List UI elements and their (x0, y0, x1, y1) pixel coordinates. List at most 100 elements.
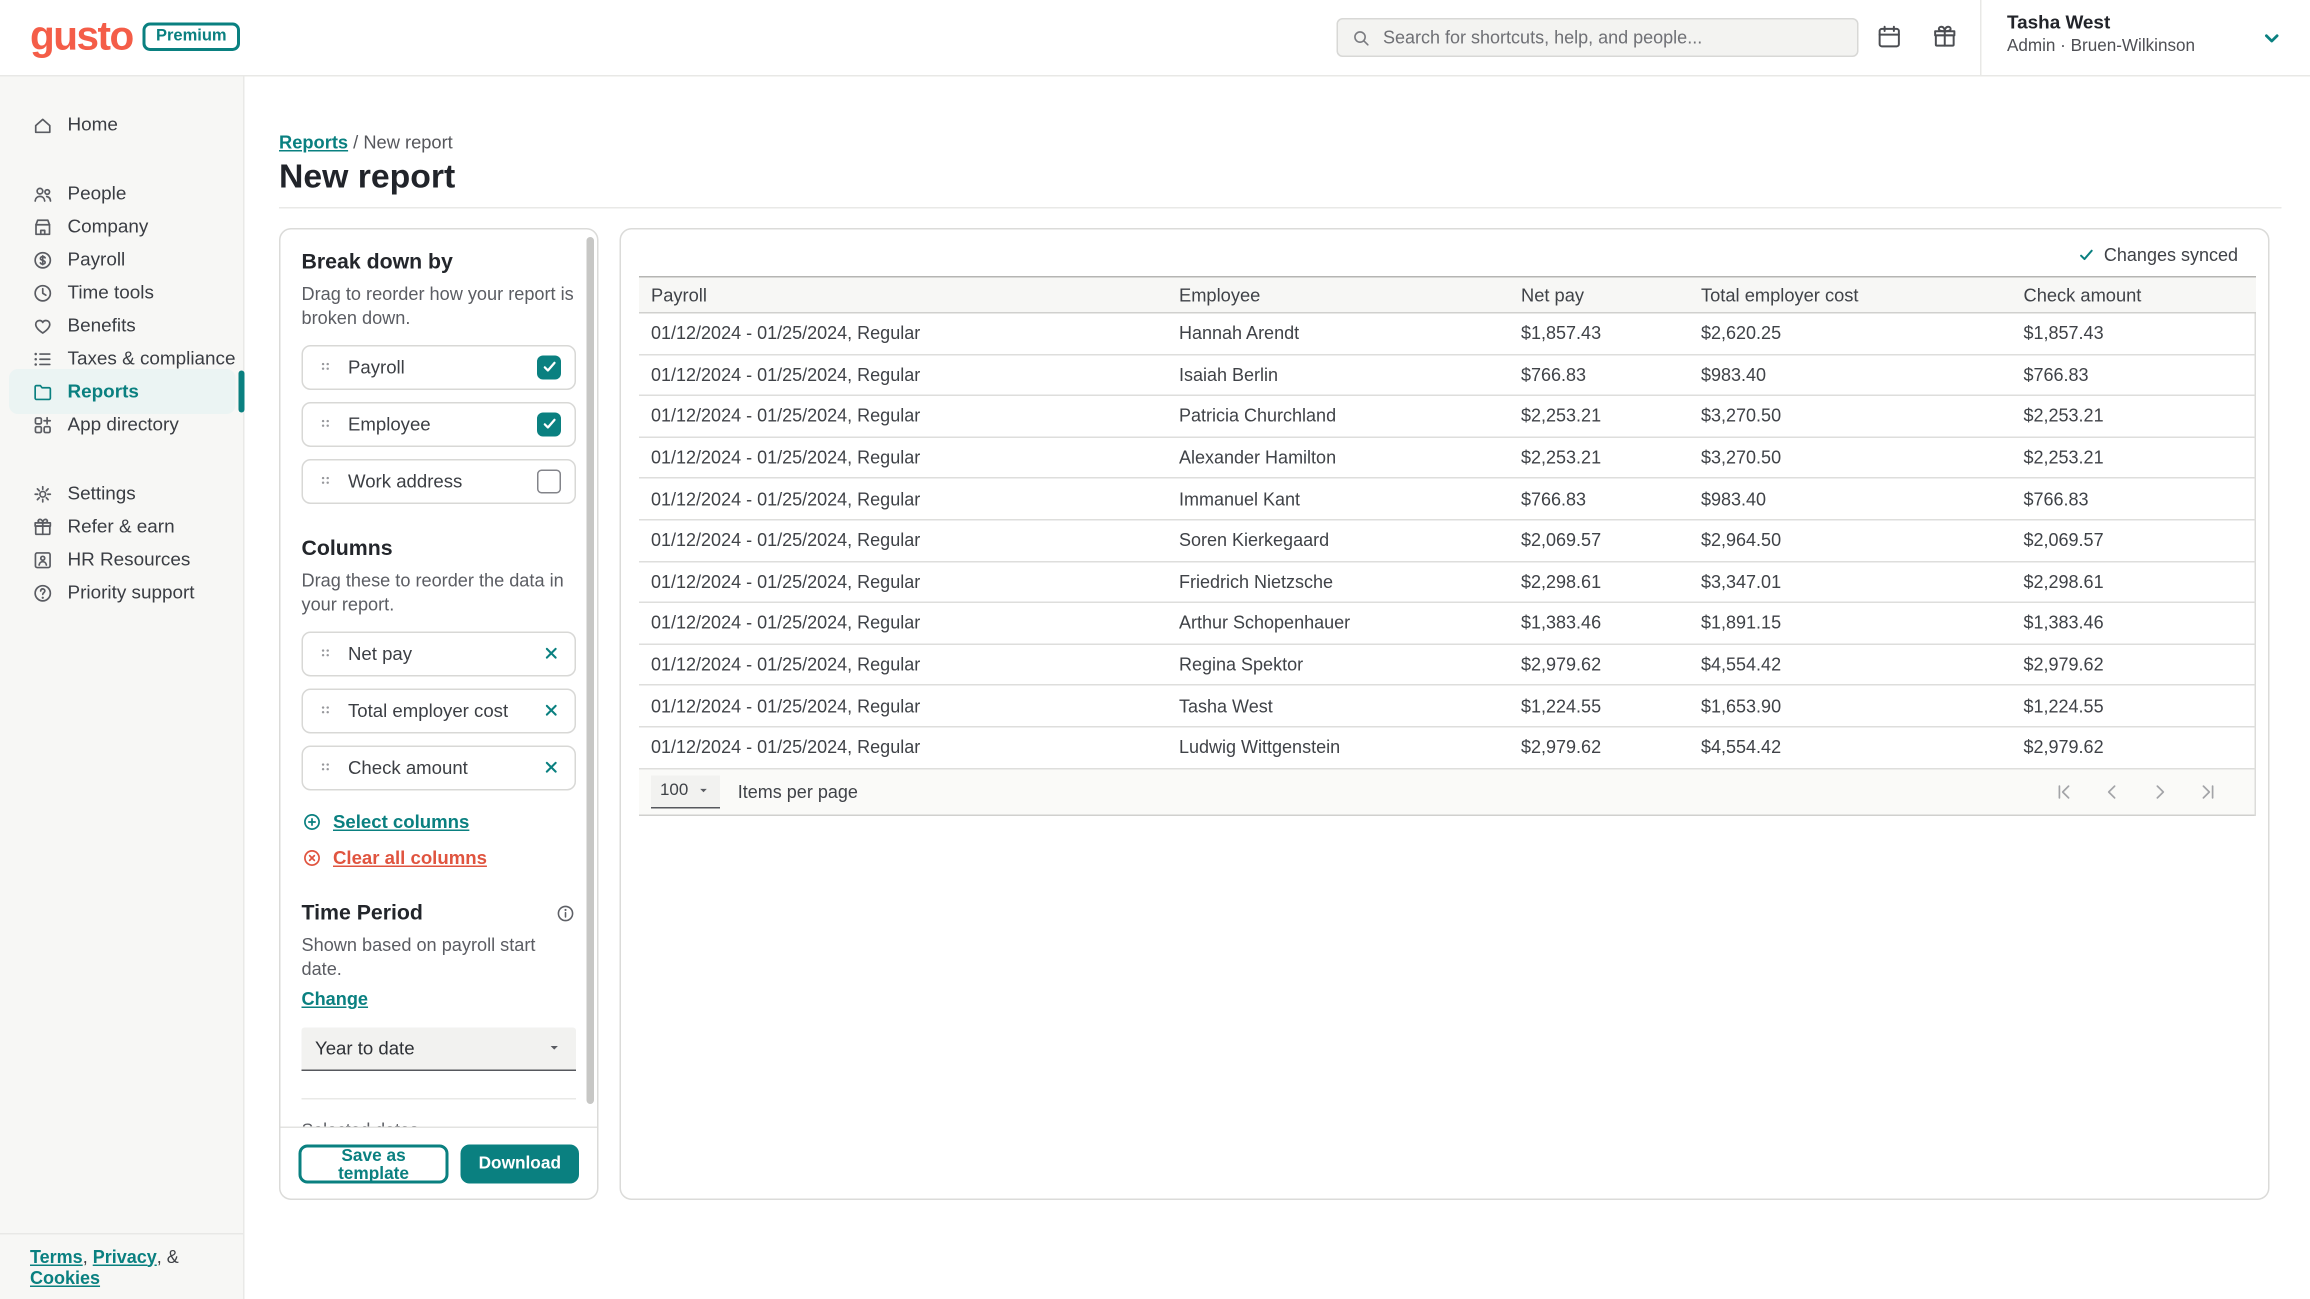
account-menu[interactable]: Tasha West Admin · Bruen-Wilkinson (2007, 12, 2310, 75)
table-cell: $2,979.62 (1509, 727, 1689, 768)
sidebar-item-hr-resources[interactable]: HR Resources (0, 543, 243, 576)
drag-handle-icon[interactable] (317, 358, 337, 378)
search-icon (1352, 28, 1372, 48)
drag-handle-icon[interactable] (317, 415, 337, 435)
items-per-page-select[interactable]: 100 (651, 775, 720, 808)
legal-footer: Terms, Privacy, & Cookies (0, 1233, 243, 1299)
remove-column-icon[interactable] (542, 644, 562, 664)
calendar-button[interactable] (1875, 23, 1904, 56)
breakdown-card-payroll[interactable]: Payroll (302, 345, 577, 390)
card-label: Check amount (348, 757, 530, 778)
table-cell: $983.40 (1689, 478, 2012, 519)
sidebar-item-reports[interactable]: Reports (0, 375, 243, 408)
drag-handle-icon[interactable] (317, 644, 337, 664)
table-row: 01/12/2024 - 01/25/2024, RegularArthur S… (639, 602, 2256, 643)
column-card-net-pay[interactable]: Net pay (302, 631, 577, 676)
info-icon[interactable] (555, 903, 576, 924)
clear-all-columns-link[interactable]: Clear all columns (302, 847, 577, 868)
sidebar-item-label: Company (68, 216, 149, 237)
select-columns-label: Select columns (333, 811, 469, 832)
gusto-logo[interactable]: gusto (30, 14, 133, 61)
table-row: 01/12/2024 - 01/25/2024, RegularPatricia… (639, 396, 2256, 437)
table-cell: Tasha West (1167, 685, 1509, 726)
time-period-select[interactable]: Year to date (302, 1027, 577, 1071)
prev-page-icon[interactable] (2102, 781, 2123, 802)
sidebar-item-label: Payroll (68, 249, 126, 270)
drag-handle-icon[interactable] (317, 758, 337, 778)
table-cell: $2,253.21 (2012, 437, 2257, 478)
checkbox-work-address[interactable] (537, 469, 561, 493)
taxes-icon (32, 347, 55, 370)
card-label: Payroll (348, 357, 525, 378)
time-icon (32, 281, 55, 304)
sidebar-item-refer-earn[interactable]: Refer & earn (0, 510, 243, 543)
save-as-template-button[interactable]: Save as template (299, 1144, 449, 1183)
table-cell: Patricia Churchland (1167, 396, 1509, 437)
breakdown-card-employee[interactable]: Employee (302, 402, 577, 447)
sidebar-item-people[interactable]: People (0, 177, 243, 210)
sidebar-item-payroll[interactable]: Payroll (0, 243, 243, 276)
table-cell: $2,979.62 (1509, 644, 1689, 685)
column-card-total-employer-cost[interactable]: Total employer cost (302, 688, 577, 733)
sync-status-label: Changes synced (2104, 245, 2238, 266)
report-table-body: 01/12/2024 - 01/25/2024, RegularHannah A… (639, 313, 2256, 768)
first-page-icon[interactable] (2054, 781, 2075, 802)
table-cell: $983.40 (1689, 354, 2012, 395)
benefits-icon (32, 314, 55, 337)
table-cell: Hannah Arendt (1167, 313, 1509, 354)
table-row: 01/12/2024 - 01/25/2024, RegularAlexande… (639, 437, 2256, 478)
table-cell: 01/12/2024 - 01/25/2024, Regular (639, 520, 1167, 561)
pagination-controls (2054, 781, 2219, 802)
column-card-check-amount[interactable]: Check amount (302, 745, 577, 790)
table-row: 01/12/2024 - 01/25/2024, RegularIsaiah B… (639, 354, 2256, 395)
panel-scrollbar[interactable] (587, 237, 595, 1104)
sidebar-item-app-directory[interactable]: App directory (0, 408, 243, 441)
legal-link-terms[interactable]: Terms (30, 1246, 83, 1267)
table-cell: $2,069.57 (1509, 520, 1689, 561)
hr-icon (32, 548, 55, 571)
table-cell: $2,979.62 (2012, 644, 2257, 685)
remove-column-icon[interactable] (542, 701, 562, 721)
breadcrumb-link-reports[interactable]: Reports (279, 132, 348, 153)
header-divider (1980, 0, 1982, 75)
breakdown-card-work-address[interactable]: Work address (302, 459, 577, 504)
column-header-employee: Employee (1167, 277, 1509, 313)
table-cell: 01/12/2024 - 01/25/2024, Regular (639, 727, 1167, 768)
table-cell: $2,964.50 (1689, 520, 2012, 561)
table-cell: Immanuel Kant (1167, 478, 1509, 519)
legal-link-cookies[interactable]: Cookies (30, 1267, 100, 1288)
sidebar-item-home[interactable]: Home (0, 108, 243, 141)
table-cell: $2,253.21 (1509, 437, 1689, 478)
next-page-icon[interactable] (2150, 781, 2171, 802)
sync-status: Changes synced (2077, 245, 2238, 266)
table-cell: $2,253.21 (1509, 396, 1689, 437)
drag-handle-icon[interactable] (317, 472, 337, 492)
table-row: 01/12/2024 - 01/25/2024, RegularTasha We… (639, 685, 2256, 726)
checkbox-employee[interactable] (537, 412, 561, 436)
search-input[interactable] (1380, 26, 1844, 50)
sidebar-item-company[interactable]: Company (0, 210, 243, 243)
table-row: 01/12/2024 - 01/25/2024, RegularHannah A… (639, 313, 2256, 354)
select-columns-link[interactable]: Select columns (302, 811, 577, 832)
last-page-icon[interactable] (2198, 781, 2219, 802)
sidebar: Home People Company Payroll Time toolsBenefi… (0, 75, 245, 1299)
gift-button[interactable] (1931, 23, 1960, 56)
download-button[interactable]: Download (461, 1144, 579, 1183)
sidebar-item-settings[interactable]: Settings (0, 477, 243, 510)
drag-handle-icon[interactable] (317, 701, 337, 721)
sidebar-item-priority-support[interactable]: Priority support (0, 576, 243, 609)
table-cell: $2,069.57 (2012, 520, 2257, 561)
remove-column-icon[interactable] (542, 758, 562, 778)
selected-dates-label: Selected dates (302, 1119, 577, 1127)
legal-link-privacy[interactable]: Privacy (93, 1246, 157, 1267)
clear-all-columns-label: Clear all columns (333, 847, 487, 868)
app-directory-icon (32, 413, 55, 436)
change-time-period-link[interactable]: Change (302, 988, 369, 1009)
table-cell: $3,347.01 (1689, 561, 2012, 602)
legal-separator: , (83, 1246, 93, 1267)
table-cell: 01/12/2024 - 01/25/2024, Regular (639, 354, 1167, 395)
sidebar-item-benefits[interactable]: Benefits (0, 309, 243, 342)
global-search[interactable] (1337, 18, 1859, 57)
sidebar-item-time-tools[interactable]: Time tools (0, 276, 243, 309)
checkbox-payroll[interactable] (537, 355, 561, 379)
